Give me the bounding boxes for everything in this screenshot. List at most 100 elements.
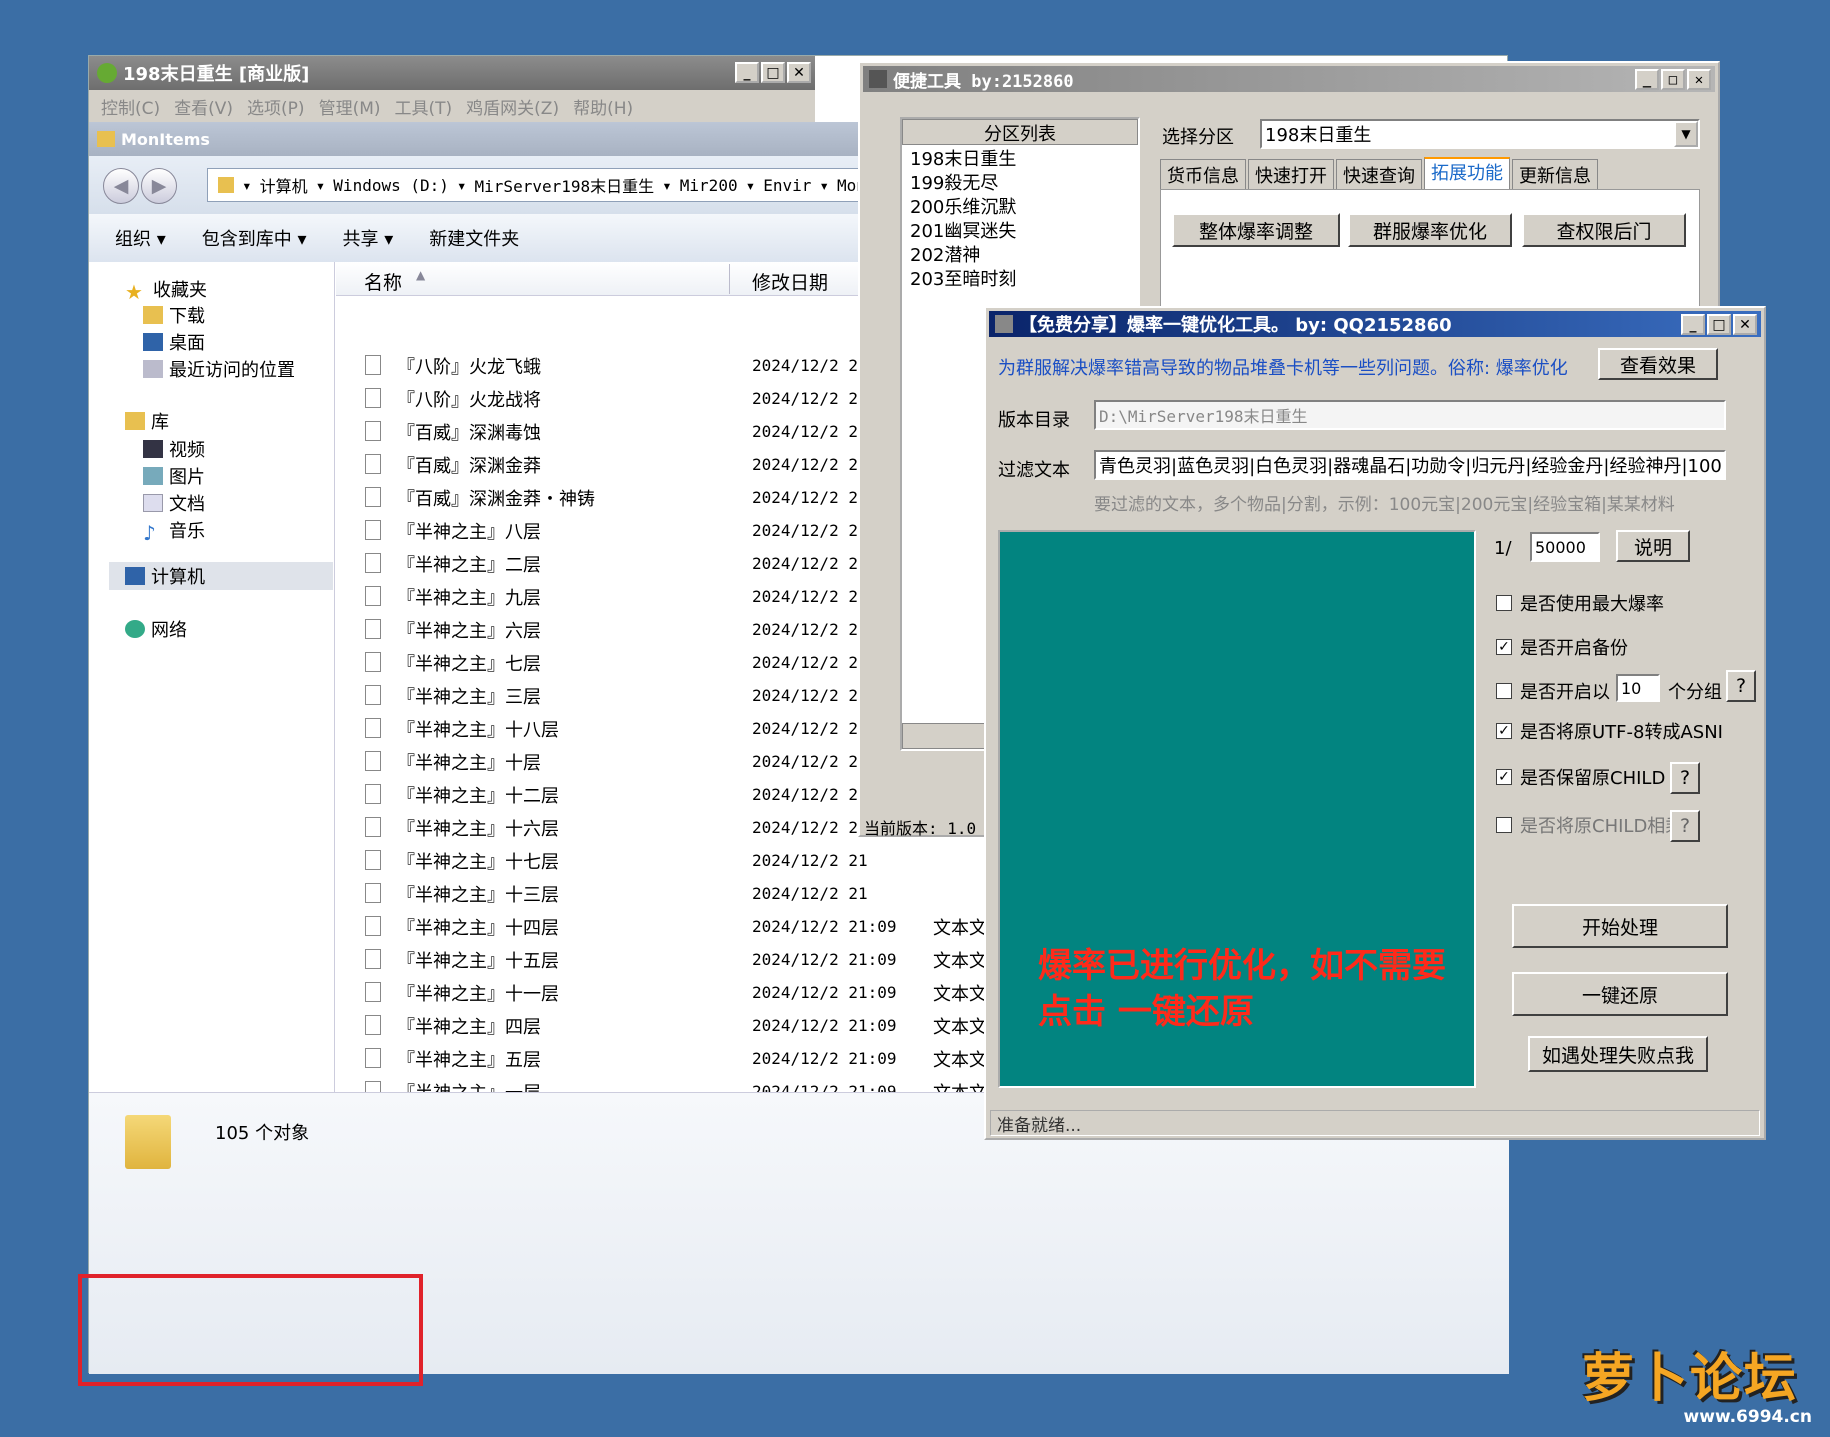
dir-input[interactable]: D:\MirServer198末日重生 [1094,400,1726,430]
maximize-button[interactable]: □ [1661,69,1685,90]
file-name: 『半神之主』十八层 [397,719,559,741]
partition-item[interactable]: 203至暗时刻 [902,265,1138,290]
file-type: 文本文 [933,983,987,1005]
file-type: 文本文 [933,917,987,939]
checkmark-icon[interactable]: ✓ [1496,723,1512,739]
text-file-icon [365,487,381,507]
file-name: 『半神之主』十七层 [397,851,559,873]
text-file-icon [365,784,381,804]
rate-input[interactable]: 50000 [1530,532,1600,562]
filter-input[interactable]: 青色灵羽|蓝色灵羽|白色灵羽|器魂晶石|功勋令|归元丹|经验金丹|经验神丹|10… [1094,450,1726,480]
file-date: 2024/12/2 21 [752,422,868,441]
file-name: 『半神之主』十五层 [397,950,559,972]
checkmark-icon[interactable]: ✓ [1496,769,1512,785]
text-file-icon [365,1015,381,1035]
watermark-logo: 萝卜论坛 www.6994.cn [1582,1336,1812,1427]
file-name: 『半神之主』十层 [397,752,541,774]
optimized-notice-line1: 爆率已进行优化，如不需要 [1038,946,1446,986]
file-date: 2024/12/2 21 [752,521,868,540]
group-size-input[interactable]: 10 [1616,674,1660,702]
file-date: 2024/12/2 21 [752,488,868,507]
group-rate-optimize-button[interactable]: 群服爆率优化 [1348,213,1512,247]
file-name: 『半神之主』三层 [397,686,541,708]
option-checkbox[interactable]: ✓ 是否将原UTF-8转成ASNI [1496,718,1723,744]
option-checkbox[interactable]: 是否使用最大爆率 [1496,590,1664,616]
group-suffix: 个分组 [1668,682,1722,703]
close-button[interactable]: ✕ [1687,69,1711,90]
explain-button[interactable]: 说明 [1616,530,1690,562]
partition-item[interactable]: 200乐维沉默 [902,193,1138,218]
rate-input-value: 50000 [1535,537,1586,557]
optimizer-title: 【免费分享】爆率一键优化工具。 by: QQ2152860 [1019,315,1452,336]
group-help-button[interactable]: ? [1726,670,1756,702]
checkbox-box[interactable] [1496,817,1512,833]
text-file-icon [365,685,381,705]
tab-panel [1160,189,1700,309]
select-label: 选择分区 [1162,127,1234,148]
file-type: 文本文 [933,1016,987,1038]
file-date: 2024/12/2 21:09 [752,1049,897,1068]
option-label: 是否使用最大爆率 [1520,594,1664,615]
dir-input-value: D:\MirServer198末日重生 [1099,407,1308,426]
watermark-title: 萝卜论坛 [1582,1349,1799,1409]
optimized-notice-line2: 点击 一键还原 [1038,992,1254,1032]
minimize-button[interactable]: _ [1635,69,1659,90]
option-checkbox[interactable]: ✓ 是否保留原CHILD [1496,764,1665,790]
tab-update[interactable]: 更新信息 [1512,159,1598,190]
option-label: 是否开启以 [1520,682,1610,703]
text-file-icon [365,1048,381,1068]
overall-rate-button[interactable]: 整体爆率调整 [1172,213,1340,247]
tab-currency[interactable]: 货币信息 [1160,159,1246,190]
checkbox-box[interactable] [1496,595,1512,611]
dir-label: 版本目录 [998,410,1070,431]
text-file-icon [365,619,381,639]
child-multiply-help-button[interactable]: ? [1670,810,1700,842]
file-date: 2024/12/2 21 [752,455,868,474]
file-name: 『半神之主』四层 [397,1016,541,1038]
file-date: 2024/12/2 21:09 [752,917,897,936]
text-file-icon [365,751,381,771]
text-file-icon [365,949,381,969]
text-file-icon [365,916,381,936]
file-name: 『半神之主』十一层 [397,983,559,1005]
tool-titlebar: 便捷工具 by:2152860 _ □ ✕ [863,66,1715,92]
close-button[interactable]: ✕ [1733,314,1757,335]
check-backdoor-button[interactable]: 查权限后门 [1522,213,1686,247]
object-count: 105 个对象 [215,1123,310,1144]
file-date: 2024/12/2 21 [752,554,868,573]
option-checkbox[interactable]: ✓ 是否开启备份 [1496,634,1628,660]
optimizer-titlebar: 【免费分享】爆率一键优化工具。 by: QQ2152860 _ □ ✕ [989,311,1761,337]
child-help-button[interactable]: ? [1670,762,1700,794]
tab-quick-query[interactable]: 快速查询 [1336,159,1422,190]
optimizer-status-bar: 准备就绪... [990,1110,1760,1136]
file-date: 2024/12/2 21 [752,356,868,375]
option-checkbox[interactable]: 是否将原CHILD相乘 [1496,812,1683,838]
file-date: 2024/12/2 21 [752,884,868,903]
partition-select[interactable]: 198末日重生 ▼ [1260,119,1700,149]
minimize-button[interactable]: _ [1681,314,1705,335]
option-label: 是否将原CHILD相乘 [1520,816,1684,837]
text-file-icon [365,982,381,1002]
text-file-icon [365,883,381,903]
partition-item[interactable]: 202潜神 [902,241,1138,266]
restore-button[interactable]: 一键还原 [1512,972,1728,1016]
chevron-down-icon[interactable]: ▼ [1674,121,1698,147]
start-process-button[interactable]: 开始处理 [1512,904,1728,948]
checkbox-box[interactable] [1496,683,1512,699]
partition-item[interactable]: 198末日重生 [902,145,1138,170]
partition-item[interactable]: 201幽冥迷失 [902,217,1138,242]
tab-extensions[interactable]: 拓展功能 [1424,157,1510,190]
tab-quick-open[interactable]: 快速打开 [1248,159,1334,190]
file-name: 『八阶』火龙飞蛾 [397,356,541,378]
filter-label: 过滤文本 [998,460,1070,481]
partition-item[interactable]: 199殺无尽 [902,169,1138,194]
file-name: 『半神之主』九层 [397,587,541,609]
optimizer-description: 为群服解决爆率错高导致的物品堆叠卡机等一些列问题。俗称: 爆率优化 [998,358,1568,379]
file-name: 『半神之主』二层 [397,554,541,576]
maximize-button[interactable]: □ [1707,314,1731,335]
checkmark-icon[interactable]: ✓ [1496,639,1512,655]
view-effect-button[interactable]: 查看效果 [1598,348,1718,380]
file-date: 2024/12/2 21 [752,818,868,837]
option-checkbox[interactable]: 是否开启以 [1496,678,1610,704]
failure-help-button[interactable]: 如遇处理失败点我 [1528,1036,1708,1072]
